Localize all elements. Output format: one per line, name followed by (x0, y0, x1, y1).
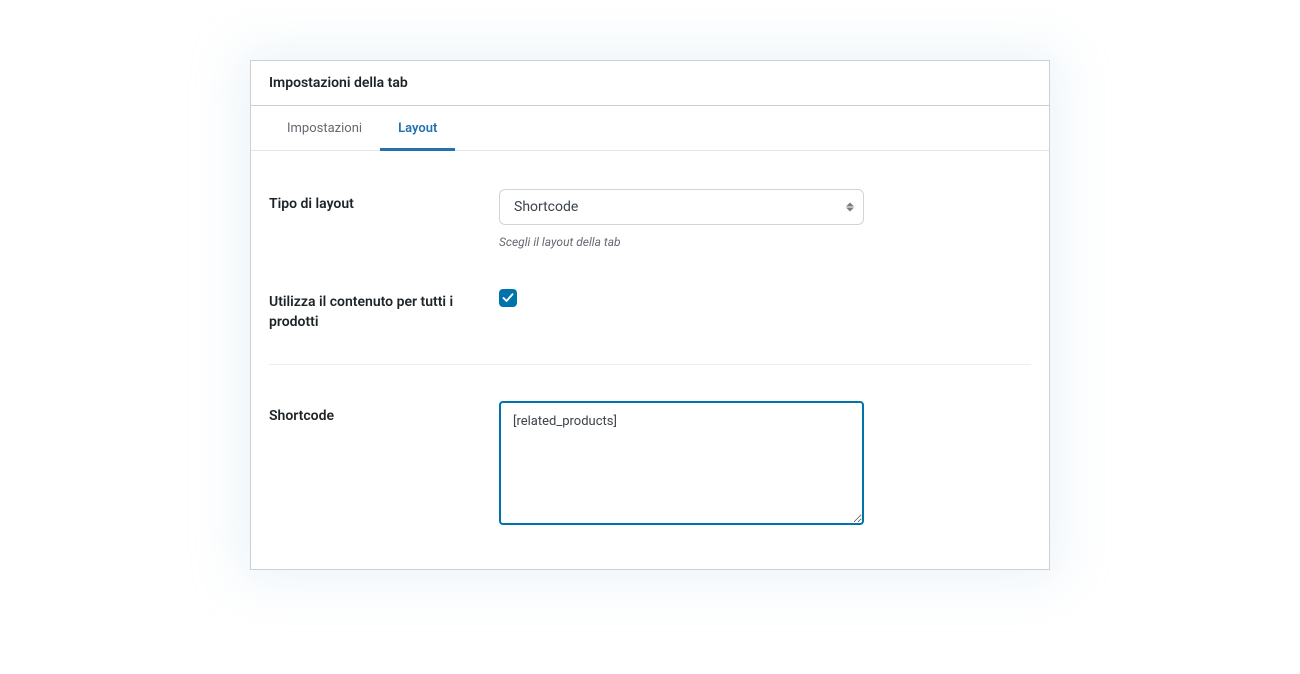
layout-type-select[interactable]: Shortcode (499, 189, 864, 225)
settings-panel: Impostazioni della tab Impostazioni Layo… (250, 60, 1050, 570)
label-shortcode: Shortcode (269, 401, 499, 427)
row-shortcode: Shortcode (269, 364, 1031, 539)
layout-type-select-wrap: Shortcode (499, 189, 864, 225)
tab-impostazioni[interactable]: Impostazioni (269, 107, 380, 151)
panel-header: Impostazioni della tab (250, 60, 1050, 106)
use-for-all-checkbox[interactable] (499, 289, 517, 307)
tab-layout[interactable]: Layout (380, 107, 455, 151)
label-layout-type: Tipo di layout (269, 189, 499, 215)
panel-body: Impostazioni Layout Tipo di layout Short… (250, 106, 1050, 570)
layout-type-value: Shortcode (514, 199, 578, 215)
layout-type-help: Scegli il layout della tab (499, 235, 1031, 249)
label-use-for-all: Utilizza il contenuto per tutti i prodot… (269, 287, 499, 332)
row-layout-type: Tipo di layout Shortcode Scegli il layou… (269, 179, 1031, 259)
shortcode-textarea[interactable] (499, 401, 864, 525)
check-icon (502, 292, 514, 304)
panel-title: Impostazioni della tab (269, 75, 1031, 91)
control-use-for-all (499, 287, 1031, 307)
control-layout-type: Shortcode Scegli il layout della tab (499, 189, 1031, 249)
tabs: Impostazioni Layout (251, 106, 1049, 151)
control-shortcode (499, 401, 1031, 529)
row-use-for-all: Utilizza il contenuto per tutti i prodot… (269, 277, 1031, 342)
